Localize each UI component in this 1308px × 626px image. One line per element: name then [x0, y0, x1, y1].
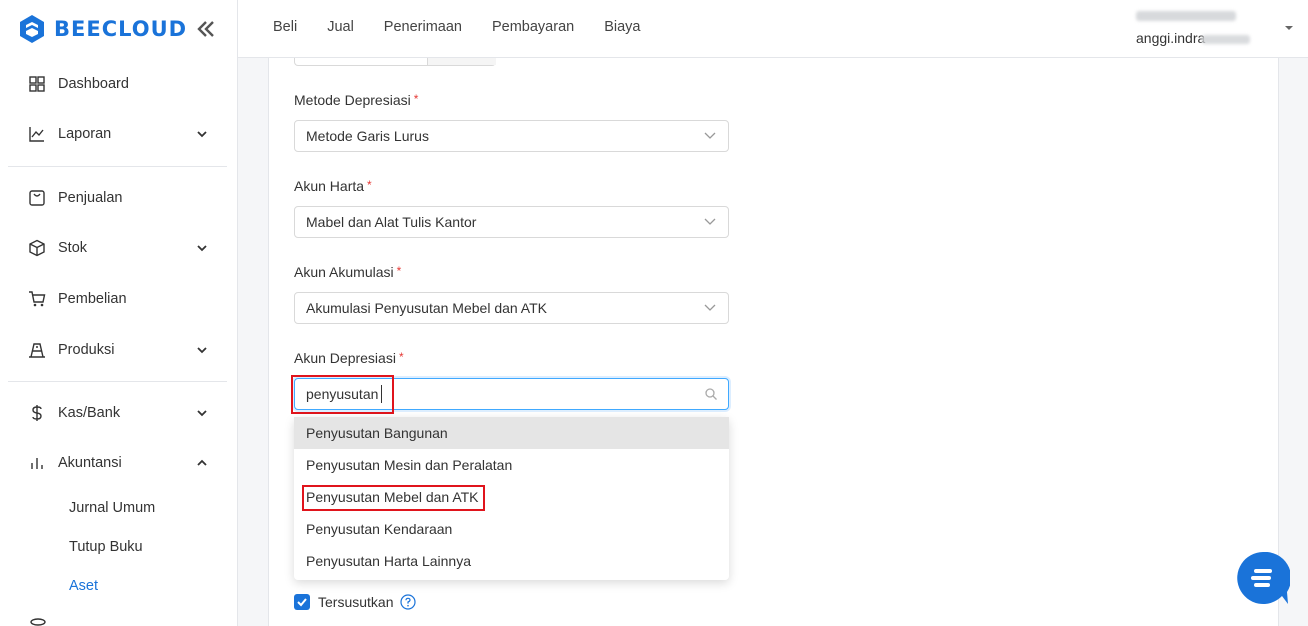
chevron-down-icon: [197, 245, 207, 252]
line-chart-icon: [29, 127, 44, 142]
sidebar-item-produksi[interactable]: Produksi: [0, 330, 238, 370]
tersusutkan-row: Tersusutkan: [294, 593, 417, 611]
box-icon: [29, 239, 45, 257]
akun-harta-select[interactable]: Mabel dan Alat Tulis Kantor: [294, 206, 729, 238]
sidebar-item-label: Produksi: [58, 342, 115, 358]
dropdown-option[interactable]: Penyusutan Mesin dan Peralatan: [294, 449, 729, 481]
select-value: Metode Garis Lurus: [306, 128, 429, 144]
sidebar-item-label: Akuntansi: [58, 455, 122, 471]
partial-input-field[interactable]: [294, 58, 496, 66]
checkmark-icon: [297, 598, 307, 607]
topnav-pembayaran[interactable]: Pembayaran: [492, 19, 574, 35]
sidebar-item-laporan[interactable]: Laporan: [0, 114, 238, 154]
cart-icon: [29, 291, 46, 307]
bee-hexagon-logo-icon: [20, 15, 44, 43]
akun-depresiasi-search-input[interactable]: penyusutan: [294, 378, 729, 410]
user-name-redacted: [1136, 11, 1236, 21]
grid-icon: [29, 76, 45, 92]
dropdown-option[interactable]: Penyusutan Harta Lainnya: [294, 545, 729, 577]
chat-bubble-icon[interactable]: [1237, 552, 1290, 605]
sidebar-item-stok[interactable]: Stok: [0, 228, 238, 268]
collapse-sidebar-icon[interactable]: [195, 19, 217, 39]
chevron-down-icon: [197, 131, 207, 138]
sidebar-item-label: Pembelian: [58, 291, 127, 307]
akun-depresiasi-dropdown: Penyusutan Bangunan Penyusutan Mesin dan…: [294, 417, 729, 580]
topnav-biaya[interactable]: Biaya: [604, 19, 640, 35]
sidebar-item-kas-bank[interactable]: Kas/Bank: [0, 393, 238, 433]
caret-down-icon: [1285, 26, 1293, 30]
akun-akumulasi-label: Akun Akumulasi *: [294, 264, 402, 280]
topnav-jual[interactable]: Jual: [327, 19, 354, 35]
database-icon: [30, 618, 46, 626]
dropdown-option[interactable]: Penyusutan Bangunan: [294, 417, 729, 449]
sidebar-item-label: Stok: [58, 240, 88, 256]
sidebar-item-label: Laporan: [58, 126, 112, 142]
topnav-beli[interactable]: Beli: [273, 19, 297, 35]
search-value: penyusutan: [306, 386, 379, 402]
dropdown-option[interactable]: Penyusutan Kendaraan: [294, 513, 729, 545]
topnav-penerimaan[interactable]: Penerimaan: [384, 19, 462, 35]
sidebar-item-akuntansi[interactable]: Akuntansi: [0, 443, 238, 483]
dollar-icon: [32, 405, 42, 421]
akun-akumulasi-select[interactable]: Akumulasi Penyusutan Mebel dan ATK: [294, 292, 729, 324]
metode-depresiasi-select[interactable]: Metode Garis Lurus: [294, 120, 729, 152]
user-email-redacted: [1202, 35, 1250, 44]
tersusutkan-label: Tersusutkan: [318, 594, 394, 610]
chevron-down-icon: [197, 410, 207, 417]
user-menu[interactable]: anggi.indra: [1136, 8, 1293, 50]
chevron-up-icon: [197, 459, 207, 466]
text-cursor: [381, 385, 382, 403]
top-nav: Beli Jual Penerimaan Pembayaran Biaya: [273, 19, 670, 35]
brand[interactable]: BEECLOUD: [18, 14, 187, 44]
sidebar: BEECLOUD Dashboard Laporan Penjualan Sto…: [0, 0, 238, 626]
chevron-down-icon: [704, 218, 716, 225]
sidebar-subitem-tutup-buku[interactable]: Tutup Buku: [69, 539, 143, 555]
sidebar-item-label: Kas/Bank: [58, 405, 121, 421]
chevron-down-icon: [704, 304, 716, 311]
select-value: Akumulasi Penyusutan Mebel dan ATK: [306, 300, 547, 316]
metode-depresiasi-label: Metode Depresiasi *: [294, 92, 419, 108]
user-email: anggi.indra: [1136, 30, 1206, 46]
sidebar-divider: [8, 381, 227, 382]
akun-depresiasi-label: Akun Depresiasi *: [294, 350, 404, 366]
bar-chart-icon: [31, 458, 43, 469]
factory-icon: [29, 343, 45, 358]
sidebar-item-label: Dashboard: [58, 76, 129, 92]
select-value: Mabel dan Alat Tulis Kantor: [306, 214, 477, 230]
top-bar: Beli Jual Penerimaan Pembayaran Biaya an…: [238, 0, 1308, 58]
sidebar-divider: [8, 166, 227, 167]
sidebar-item-pembelian[interactable]: Pembelian: [0, 279, 238, 319]
sidebar-item-dashboard[interactable]: Dashboard: [0, 64, 238, 104]
akun-harta-label: Akun Harta *: [294, 178, 372, 194]
search-icon: [705, 388, 717, 400]
dropdown-option[interactable]: Penyusutan Mebel dan ATK: [294, 481, 729, 513]
receipt-icon: [29, 190, 45, 206]
sidebar-subitem-jurnal-umum[interactable]: Jurnal Umum: [69, 500, 155, 516]
chevron-down-icon: [704, 132, 716, 139]
brand-name: BEECLOUD: [54, 17, 188, 41]
tersusutkan-checkbox[interactable]: [294, 594, 310, 610]
sidebar-item-penjualan[interactable]: Penjualan: [0, 178, 238, 218]
sidebar-subitem-aset[interactable]: Aset: [69, 578, 98, 594]
chevron-down-icon: [197, 347, 207, 354]
sidebar-item-label: Penjualan: [58, 190, 123, 206]
question-circle-icon[interactable]: [400, 594, 417, 610]
